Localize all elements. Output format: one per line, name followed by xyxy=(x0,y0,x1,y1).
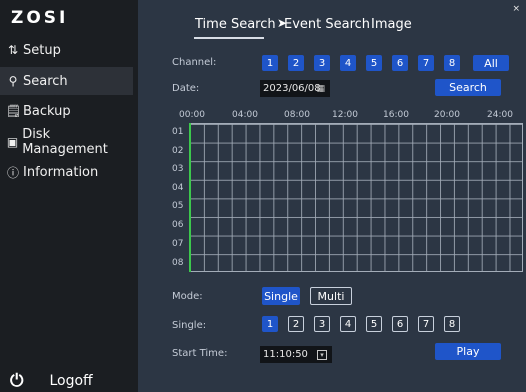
timeline-row-label: 06 xyxy=(172,220,184,230)
logoff-button[interactable]: ⏻ Logoff xyxy=(10,371,93,391)
tab-image[interactable]: Image xyxy=(371,17,412,32)
power-icon: ⏻ xyxy=(10,371,24,391)
channel-button-6[interactable]: 6 xyxy=(392,55,408,71)
date-value: 2023/06/08 xyxy=(263,83,321,94)
timeline-row-label: 03 xyxy=(172,164,184,174)
active-tab-indicator xyxy=(194,37,264,39)
channel-button-1[interactable]: 1 xyxy=(262,55,278,71)
single-channel-button-3[interactable]: 3 xyxy=(314,316,330,332)
timeline-hour-label: 12:00 xyxy=(332,110,358,120)
timeline-hour-label: 24:00 xyxy=(487,110,513,120)
timeline-row-label: 08 xyxy=(172,258,184,268)
channel-button-7[interactable]: 7 xyxy=(418,55,434,71)
start-time-label: Start Time: xyxy=(172,348,228,359)
sidebar-item-backup[interactable]: 🗒 Backup xyxy=(0,97,133,125)
timeline-hour-label: 08:00 xyxy=(284,110,310,120)
start-time-value: 11:10:50 xyxy=(263,349,308,360)
timeline-row-label: 02 xyxy=(172,146,184,156)
timeline-hour-label: 00:00 xyxy=(179,110,205,120)
sidebar-item-information[interactable]: ⓘ Information xyxy=(0,158,133,186)
search-window: ZOSI ⇅ Setup ⚲ Search 🗒 Backup ▣ Disk Ma… xyxy=(0,0,526,392)
channel-button-8[interactable]: 8 xyxy=(444,55,460,71)
timeline-row-label: 01 xyxy=(172,127,184,137)
mode-single-button[interactable]: Single xyxy=(262,287,300,305)
mode-label: Mode: xyxy=(172,291,203,302)
sidebar-item-label: Search xyxy=(23,73,68,89)
search-icon: ⚲ xyxy=(8,74,18,88)
time-picker-icon[interactable]: ▾ xyxy=(317,349,327,360)
mode-multi-button[interactable]: Multi xyxy=(310,287,352,305)
backup-icon: 🗒 xyxy=(6,104,22,118)
play-button[interactable]: Play xyxy=(435,343,501,360)
all-channels-button[interactable]: All xyxy=(473,55,509,71)
timeline-row-label: 05 xyxy=(172,201,184,211)
channel-label: Channel: xyxy=(172,57,217,68)
timeline-marker xyxy=(189,123,191,272)
channel-button-4[interactable]: 4 xyxy=(340,55,356,71)
tab-time-search[interactable]: Time Search xyxy=(195,17,276,32)
disk-icon: ▣ xyxy=(6,135,19,149)
single-label: Single: xyxy=(172,320,207,331)
timeline-hour-label: 04:00 xyxy=(232,110,258,120)
logoff-label: Logoff xyxy=(49,373,93,389)
sliders-icon: ⇅ xyxy=(7,43,19,57)
start-time-field[interactable]: 11:10:50 ▾ xyxy=(260,346,332,363)
timeline-row-label: 07 xyxy=(172,239,184,249)
close-icon[interactable]: × xyxy=(512,4,520,14)
sidebar-item-label: Setup xyxy=(23,42,61,58)
main-panel: × Time Search ➤ Event Search Image Chann… xyxy=(138,0,526,392)
single-channel-button-5[interactable]: 5 xyxy=(366,316,382,332)
date-field[interactable]: 2023/06/08 ▦ xyxy=(260,80,330,97)
single-channel-button-4[interactable]: 4 xyxy=(340,316,356,332)
timeline-hour-label: 16:00 xyxy=(383,110,409,120)
info-icon: ⓘ xyxy=(6,165,19,180)
single-channel-button-8[interactable]: 8 xyxy=(444,316,460,332)
sidebar-item-disk-management[interactable]: ▣ Disk Management xyxy=(0,127,133,157)
single-channel-button-1[interactable]: 1 xyxy=(262,316,278,332)
single-channel-button-7[interactable]: 7 xyxy=(418,316,434,332)
search-button[interactable]: Search xyxy=(435,79,501,96)
date-label: Date: xyxy=(172,83,200,94)
sidebar-item-label: Information xyxy=(23,164,99,180)
brand-logo: ZOSI xyxy=(11,8,69,28)
sidebar-item-label: Disk Management xyxy=(22,127,108,157)
timeline-row-label: 04 xyxy=(172,183,184,193)
channel-button-5[interactable]: 5 xyxy=(366,55,382,71)
sidebar-item-label: Backup xyxy=(23,103,71,119)
sidebar-item-search[interactable]: ⚲ Search xyxy=(0,67,133,95)
timeline-hour-label: 20:00 xyxy=(434,110,460,120)
channel-button-2[interactable]: 2 xyxy=(288,55,304,71)
timeline-grid[interactable] xyxy=(189,123,523,272)
tab-event-search[interactable]: Event Search xyxy=(284,17,370,32)
channel-button-3[interactable]: 3 xyxy=(314,55,330,71)
calendar-icon[interactable]: ▦ xyxy=(316,84,325,94)
sidebar-item-setup[interactable]: ⇅ Setup xyxy=(0,36,133,64)
single-channel-button-2[interactable]: 2 xyxy=(288,316,304,332)
sidebar: ZOSI ⇅ Setup ⚲ Search 🗒 Backup ▣ Disk Ma… xyxy=(0,0,138,392)
single-channel-button-6[interactable]: 6 xyxy=(392,316,408,332)
